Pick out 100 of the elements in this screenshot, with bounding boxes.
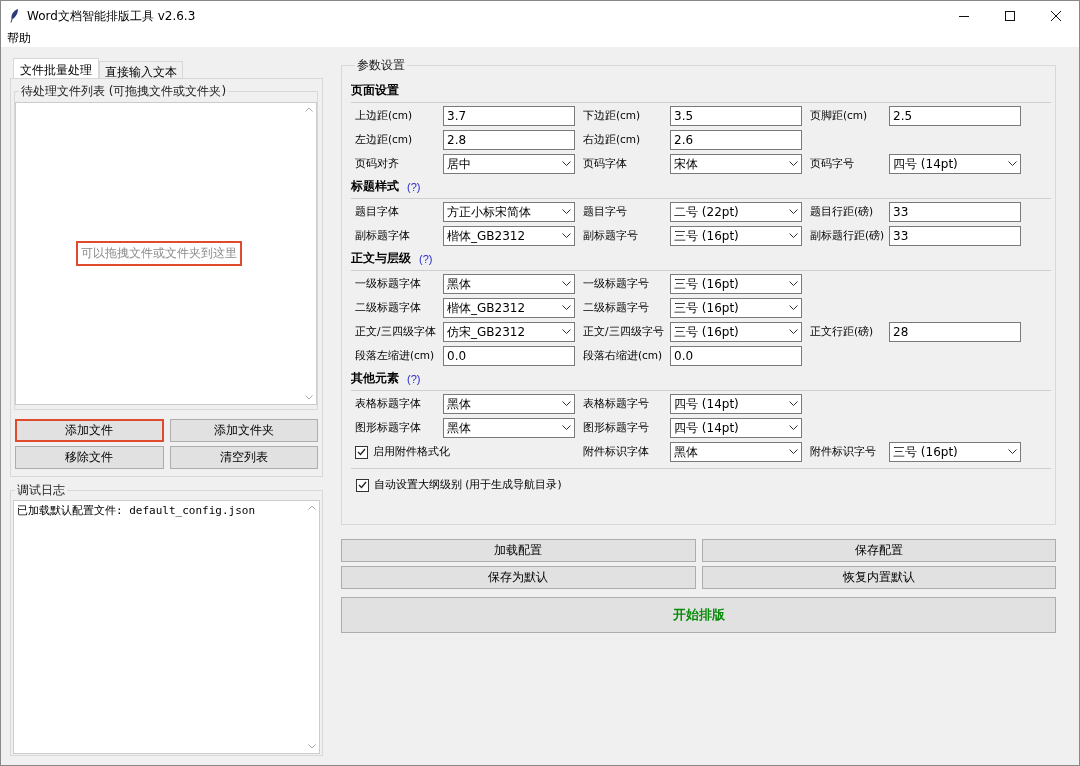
checkbox-label: 启用附件格式化 bbox=[373, 445, 450, 459]
input-field[interactable]: 0.0 bbox=[443, 346, 575, 366]
checkbox-label: 自动设置大纲级别 (用于生成导航目录) bbox=[374, 478, 562, 492]
field-label: 附件标识字号 bbox=[810, 445, 877, 459]
chevron-down-icon bbox=[562, 161, 571, 167]
chevron-down-icon bbox=[789, 449, 798, 455]
field-label: 副标题字号 bbox=[583, 229, 639, 243]
input-field[interactable]: 28 bbox=[889, 322, 1021, 342]
dropdown[interactable]: 黑体 bbox=[670, 442, 802, 462]
dropdown[interactable]: 四号 (14pt) bbox=[670, 394, 802, 414]
chevron-down-icon bbox=[789, 425, 798, 431]
input-field[interactable]: 3.5 bbox=[670, 106, 802, 126]
group-label: 待处理文件列表 (可拖拽文件或文件夹) bbox=[20, 83, 228, 100]
field-label: 题目字号 bbox=[583, 205, 628, 219]
chevron-down-icon bbox=[562, 233, 571, 239]
chevron-down-icon bbox=[789, 329, 798, 335]
field-label: 下边距(cm) bbox=[583, 109, 642, 123]
dropdown[interactable]: 黑体 bbox=[443, 394, 575, 414]
help-link[interactable]: (?) bbox=[419, 252, 433, 265]
checkbox[interactable] bbox=[356, 478, 369, 492]
file-button[interactable]: 添加文件夹 bbox=[169, 419, 318, 442]
input-field[interactable]: 2.6 bbox=[670, 130, 802, 150]
section-title: 其他元素 bbox=[351, 370, 399, 387]
field-label: 上边距(cm) bbox=[355, 109, 414, 123]
chevron-down-icon bbox=[562, 305, 571, 311]
field-label: 副标题行距(磅) bbox=[810, 229, 886, 243]
dropdown[interactable]: 四号 (14pt) bbox=[889, 154, 1021, 174]
scroll-up-icon[interactable] bbox=[308, 505, 316, 510]
input-field[interactable]: 3.7 bbox=[443, 106, 575, 126]
config-button[interactable]: 加载配置 bbox=[341, 539, 696, 562]
scroll-up-icon[interactable] bbox=[305, 107, 313, 112]
chevron-down-icon bbox=[789, 233, 798, 239]
field-label: 正文/三四级字体 bbox=[355, 325, 437, 339]
config-button[interactable]: 保存配置 bbox=[701, 539, 1056, 562]
chevron-down-icon bbox=[562, 281, 571, 287]
input-field[interactable]: 33 bbox=[889, 226, 1021, 246]
help-link[interactable]: (?) bbox=[407, 372, 421, 385]
dropdown[interactable]: 楷体_GB2312 bbox=[443, 226, 575, 246]
field-label: 表格标题字体 bbox=[355, 397, 422, 411]
dropdown[interactable]: 楷体_GB2312 bbox=[443, 298, 575, 318]
dropdown[interactable]: 三号 (16pt) bbox=[670, 322, 802, 342]
help-link[interactable]: (?) bbox=[407, 180, 421, 193]
field-label: 页码对齐 bbox=[355, 157, 400, 171]
feather-icon bbox=[10, 9, 19, 23]
dropdown[interactable]: 黑体 bbox=[443, 418, 575, 438]
file-button[interactable]: 移除文件 bbox=[15, 446, 164, 469]
dropdown[interactable]: 四号 (14pt) bbox=[670, 418, 802, 438]
checkbox[interactable] bbox=[355, 445, 368, 459]
chevron-down-icon bbox=[789, 161, 798, 167]
input-field[interactable]: 0.0 bbox=[670, 346, 802, 366]
file-button[interactable]: 添加文件 bbox=[15, 419, 164, 442]
dropdown[interactable]: 三号 (16pt) bbox=[670, 226, 802, 246]
field-label: 题目行距(磅) bbox=[810, 205, 875, 219]
dropdown[interactable]: 方正小标宋简体 bbox=[443, 202, 575, 222]
config-button[interactable]: 保存为默认 bbox=[341, 566, 696, 589]
input-field[interactable]: 2.8 bbox=[443, 130, 575, 150]
log-line: 已加载默认配置文件: default_config.json bbox=[17, 503, 257, 518]
dropdown[interactable]: 宋体 bbox=[670, 154, 802, 174]
field-label: 页脚距(cm) bbox=[810, 109, 869, 123]
field-label: 页码字号 bbox=[810, 157, 855, 171]
dropdown[interactable]: 三号 (16pt) bbox=[670, 274, 802, 294]
field-label: 左边距(cm) bbox=[355, 133, 414, 147]
scroll-down-icon[interactable] bbox=[308, 744, 316, 749]
field-label: 二级标题字号 bbox=[583, 301, 650, 315]
menu-item[interactable]: 帮助 bbox=[7, 30, 31, 47]
input-field[interactable]: 33 bbox=[889, 202, 1021, 222]
file-button[interactable]: 清空列表 bbox=[169, 446, 318, 469]
field-label: 图形标题字号 bbox=[583, 421, 650, 435]
input-field[interactable]: 2.5 bbox=[889, 106, 1021, 126]
chevron-down-icon bbox=[562, 401, 571, 407]
field-label: 二级标题字体 bbox=[355, 301, 422, 315]
scroll-down-icon[interactable] bbox=[305, 395, 313, 400]
group-label: 参数设置 bbox=[356, 57, 406, 74]
chevron-down-icon bbox=[789, 401, 798, 407]
dropdown[interactable]: 三号 (16pt) bbox=[670, 298, 802, 318]
tab[interactable]: 文件批量处理 bbox=[13, 58, 99, 78]
chevron-down-icon bbox=[789, 281, 798, 287]
minimize-icon bbox=[959, 15, 969, 17]
tab[interactable]: 直接输入文本 bbox=[99, 61, 183, 78]
section-title: 正文与层级 bbox=[351, 250, 411, 267]
config-button[interactable]: 恢复内置默认 bbox=[701, 566, 1056, 589]
window-title: Word文档智能排版工具 v2.6.3 bbox=[27, 7, 197, 25]
chevron-down-icon bbox=[789, 209, 798, 215]
chevron-down-icon bbox=[1008, 161, 1017, 167]
section-title: 页面设置 bbox=[351, 82, 399, 99]
dropdown[interactable]: 仿宋_GB2312 bbox=[443, 322, 575, 342]
dropdown[interactable]: 三号 (16pt) bbox=[889, 442, 1021, 462]
field-label: 右边距(cm) bbox=[583, 133, 642, 147]
dropdown[interactable]: 黑体 bbox=[443, 274, 575, 294]
field-label: 附件标识字体 bbox=[583, 445, 650, 459]
file-list[interactable]: 可以拖拽文件或文件夹到这里 bbox=[15, 102, 317, 405]
field-label: 正文/三四级字号 bbox=[583, 325, 665, 339]
dropdown[interactable]: 居中 bbox=[443, 154, 575, 174]
dropdown[interactable]: 二号 (22pt) bbox=[670, 202, 802, 222]
chevron-down-icon bbox=[562, 329, 571, 335]
field-label: 表格标题字号 bbox=[583, 397, 650, 411]
field-label: 一级标题字体 bbox=[355, 277, 422, 291]
field-label: 正文行距(磅) bbox=[810, 325, 875, 339]
chevron-down-icon bbox=[562, 425, 571, 431]
section-title: 标题样式 bbox=[351, 178, 399, 195]
